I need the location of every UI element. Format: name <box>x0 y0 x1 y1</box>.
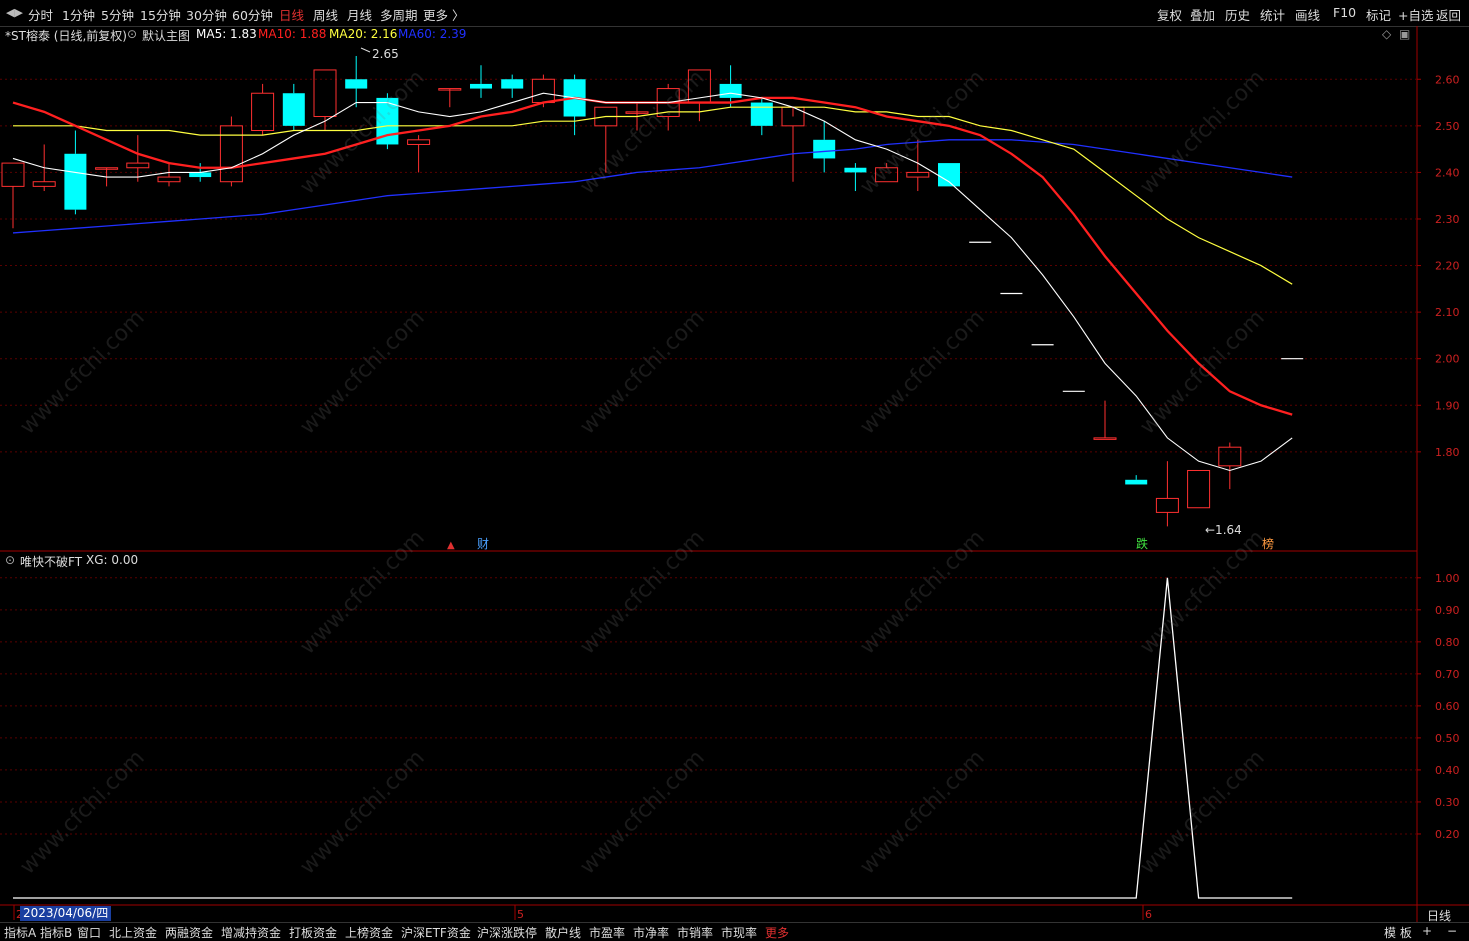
sub-tick-label: 0.80 <box>1435 636 1460 649</box>
candle-body <box>1187 469 1211 509</box>
sub-tick-label: 0.20 <box>1435 828 1460 841</box>
price-tick-label: 2.00 <box>1435 353 1460 366</box>
bottom-tab-9[interactable]: 沪深涨跌停 <box>477 924 537 941</box>
candle-body <box>64 153 87 210</box>
sub-tick-label: 0.50 <box>1435 732 1460 745</box>
bottom-tab-14[interactable]: 市现率 <box>721 924 757 941</box>
candle-body <box>407 139 431 145</box>
candle-body <box>531 78 555 104</box>
bottom-tab-8[interactable]: 沪深ETF资金 <box>401 924 471 941</box>
bottom-control-2[interactable]: − <box>1447 924 1457 938</box>
decline-marker: 跌 <box>1136 536 1148 551</box>
sub-tick-label: 0.70 <box>1435 668 1460 681</box>
candle-body <box>1125 479 1148 485</box>
price-tick-label: 2.20 <box>1435 260 1460 273</box>
candle-body <box>844 167 867 173</box>
bottom-tab-3[interactable]: 北上资金 <box>109 924 157 941</box>
bottom-tab-7[interactable]: 上榜资金 <box>345 924 393 941</box>
candle-body <box>219 125 243 183</box>
candle-body <box>282 93 305 126</box>
bottom-control-1[interactable]: + <box>1422 924 1432 938</box>
candle-body <box>938 163 960 187</box>
sub-tick-label: 1.00 <box>1435 572 1460 585</box>
crosshair-date-label: 2023/04/06/四 <box>20 906 112 921</box>
kline-chart[interactable]: 2.60 2.50 2.40 2.30 2.20 2.10 2.00 1.90 1.80 1.00… <box>0 0 1469 938</box>
price-tick-label: 2.60 <box>1435 73 1460 86</box>
bottom-tab-15[interactable]: 更多 <box>765 924 789 941</box>
price-tick-label: 2.30 <box>1435 213 1460 226</box>
bottom-control-0[interactable]: 模 板 <box>1384 924 1412 941</box>
price-tick-label: 1.90 <box>1435 399 1460 412</box>
candle-body <box>1218 446 1242 467</box>
bottom-tab-1[interactable]: 指标B <box>40 924 72 941</box>
bottom-indicator-tabs: 指标A 指标B 窗口 北上资金 两融资金 增减持资金 打板资金 上榜资金 沪深ETF资金 沪深涨跌… <box>0 922 1469 941</box>
bottom-tab-12[interactable]: 市净率 <box>633 924 669 941</box>
bottom-tab-2[interactable]: 窗口 <box>77 924 101 941</box>
sub-tick-label: 0.30 <box>1435 796 1460 809</box>
price-tick-label: 2.10 <box>1435 306 1460 319</box>
candle-body <box>906 171 930 178</box>
event-marker: ▲ <box>447 540 455 551</box>
sub-tick-label: 0.40 <box>1435 764 1460 777</box>
candle-body <box>750 102 773 126</box>
low-price-annotation: ←1.64 <box>1205 523 1242 537</box>
bottom-tab-10[interactable]: 散户线 <box>545 924 581 941</box>
month-label: 6 <box>1145 908 1152 921</box>
candle-body <box>813 139 836 159</box>
candle-body <box>1155 497 1179 513</box>
ma10-line <box>12 96 1293 416</box>
finance-marker: 财 <box>477 537 489 551</box>
candle-body <box>719 83 742 98</box>
candle-body <box>501 79 524 89</box>
ma5-line <box>12 92 1293 472</box>
high-price-annotation: 2.65 <box>372 47 399 61</box>
sub-tick-label: 0.60 <box>1435 700 1460 713</box>
price-tick-label: 2.50 <box>1435 120 1460 133</box>
price-tick-label: 1.80 <box>1435 446 1460 459</box>
sub-tick-label: 0.90 <box>1435 604 1460 617</box>
candle-body <box>157 176 181 183</box>
high-pointer <box>360 47 371 53</box>
candle-body <box>32 181 56 187</box>
ma20-line <box>13 106 1293 285</box>
bottom-tab-5[interactable]: 增减持资金 <box>221 924 281 941</box>
bottom-tab-6[interactable]: 打板资金 <box>289 924 337 941</box>
bottom-tab-13[interactable]: 市销率 <box>677 924 713 941</box>
candle-body <box>189 172 212 178</box>
candle-body <box>251 92 275 131</box>
bottom-tab-0[interactable]: 指标A <box>4 924 36 941</box>
candle-body <box>1093 437 1117 440</box>
billboard-marker: 榜 <box>1262 536 1274 551</box>
bottom-tab-11[interactable]: 市盈率 <box>589 924 625 941</box>
candle-body <box>470 83 492 89</box>
price-tick-label: 2.40 <box>1435 166 1460 179</box>
candle-body <box>345 79 368 89</box>
candle-body <box>875 167 899 183</box>
candle-body <box>313 69 337 118</box>
candle-body <box>126 162 150 169</box>
candle-body <box>1 162 25 187</box>
month-label: 5 <box>517 908 524 921</box>
bottom-tab-4[interactable]: 两融资金 <box>165 924 213 941</box>
